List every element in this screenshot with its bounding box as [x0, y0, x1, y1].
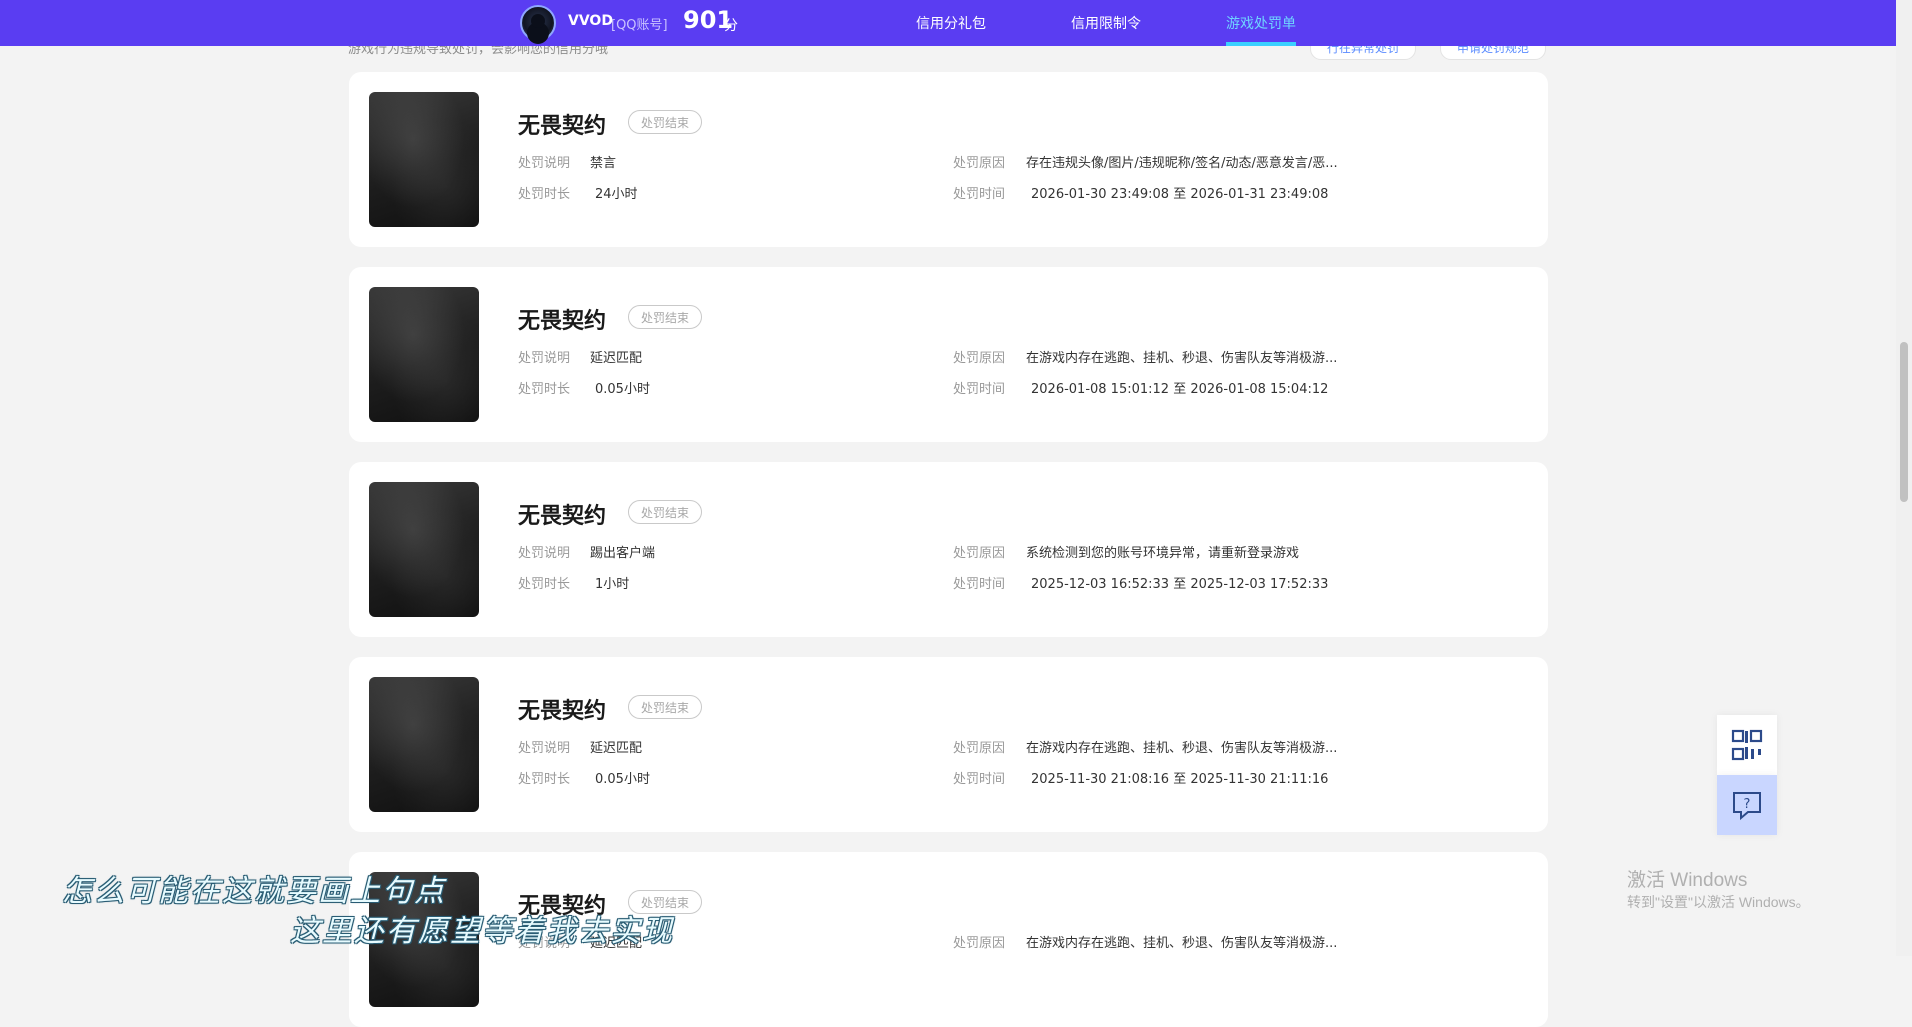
duration-value: 1小时	[595, 577, 630, 592]
reason-label: 处罚原因	[953, 546, 1006, 561]
desc-value: 禁言	[590, 156, 617, 171]
active-tab-indicator	[1226, 42, 1296, 46]
help-chat-icon: ?	[1733, 792, 1761, 821]
desc-label: 处罚说明	[518, 546, 571, 561]
reason-value: 在游戏内存在逃跑、挂机、秒退、伤害队友等消极游...	[1026, 741, 1338, 756]
desc-value: 延迟匹配	[590, 741, 643, 756]
game-thumbnail	[369, 92, 479, 227]
reason-value: 存在违规头像/图片/违规昵称/签名/动态/恶意发言/恶...	[1026, 156, 1338, 171]
avatar[interactable]	[520, 5, 556, 41]
time-value: 2026-01-30 23:49:08 至 2026-01-31 23:49:0…	[1031, 187, 1329, 202]
reason-label: 处罚原因	[953, 936, 1006, 951]
game-title: 无畏契约	[518, 114, 607, 139]
caption-line-2: 这里还有愿望等着我去实现	[290, 914, 674, 949]
time-value: 2025-12-03 16:52:33 至 2025-12-03 17:52:3…	[1031, 577, 1329, 592]
game-thumbnail	[369, 287, 479, 422]
desc-value: 延迟匹配	[590, 351, 643, 366]
reason-label: 处罚原因	[953, 741, 1006, 756]
penalty-card: 无畏契约 处罚结束 处罚说明 踢出客户端 处罚时长 1小时 处罚原因 系统检测到…	[349, 462, 1548, 637]
status-badge: 处罚结束	[628, 500, 703, 524]
duration-label: 处罚时长	[518, 187, 571, 202]
reason-value: 在游戏内存在逃跑、挂机、秒退、伤害队友等消极游...	[1026, 936, 1338, 951]
reason-value: 在游戏内存在逃跑、挂机、秒退、伤害队友等消极游...	[1026, 351, 1338, 366]
duration-label: 处罚时长	[518, 382, 571, 397]
username: VVOD	[568, 13, 613, 29]
game-title: 无畏契约	[518, 504, 607, 529]
game-title: 无畏契约	[518, 699, 607, 724]
windows-activation-subtitle: 转到"设置"以激活 Windows。	[1627, 894, 1810, 910]
nav-credit-gift[interactable]: 信用分礼包	[916, 13, 986, 33]
windows-activation-title: 激活 Windows	[1627, 870, 1748, 891]
reason-label: 处罚原因	[953, 156, 1006, 171]
caption-line-1: 怎么可能在这就要画上句点	[62, 874, 446, 909]
penalty-card: 无畏契约 处罚结束 处罚说明 延迟匹配 处罚时长 0.05小时 处罚原因 在游戏…	[349, 657, 1548, 832]
svg-text:?: ?	[1744, 797, 1751, 812]
status-badge: 处罚结束	[628, 110, 703, 134]
account-type: [QQ账号]	[611, 18, 668, 33]
duration-value: 0.05小时	[595, 772, 650, 787]
penalty-card: 无畏契约 处罚结束 处罚说明 延迟匹配 处罚时长 0.05小时 处罚原因 在游戏…	[349, 267, 1548, 442]
top-navbar: VVOD [QQ账号] 901 分 信用分礼包 信用限制令 游戏处罚单	[0, 0, 1896, 46]
desc-label: 处罚说明	[518, 156, 571, 171]
qr-code-icon	[1731, 729, 1763, 761]
game-thumbnail	[369, 482, 479, 617]
duration-label: 处罚时长	[518, 577, 571, 592]
duration-value: 24小时	[595, 187, 638, 202]
time-value: 2026-01-08 15:01:12 至 2026-01-08 15:04:1…	[1031, 382, 1329, 397]
time-label: 处罚时间	[953, 187, 1006, 202]
status-badge: 处罚结束	[628, 305, 703, 329]
status-badge: 处罚结束	[628, 695, 703, 719]
time-label: 处罚时间	[953, 577, 1006, 592]
reason-value: 系统检测到您的账号环境异常，请重新登录游戏	[1026, 546, 1300, 561]
duration-label: 处罚时长	[518, 772, 571, 787]
reason-label: 处罚原因	[953, 351, 1006, 366]
nav-credit-restriction[interactable]: 信用限制令	[1071, 13, 1141, 33]
penalty-card: 无畏契约 处罚结束 处罚说明 禁言 处罚时长 24小时 处罚原因 存在违规头像/…	[349, 72, 1548, 247]
nav-game-penalty[interactable]: 游戏处罚单	[1226, 13, 1296, 33]
time-label: 处罚时间	[953, 772, 1006, 787]
scrollbar[interactable]	[1896, 0, 1912, 956]
duration-value: 0.05小时	[595, 382, 650, 397]
qr-code-button[interactable]	[1717, 715, 1777, 775]
game-title: 无畏契约	[518, 309, 607, 334]
score-unit: 分	[724, 18, 738, 34]
help-button[interactable]: ?	[1717, 775, 1777, 835]
time-label: 处罚时间	[953, 382, 1006, 397]
desc-label: 处罚说明	[518, 741, 571, 756]
time-value: 2025-11-30 21:08:16 至 2025-11-30 21:11:1…	[1031, 772, 1329, 787]
scrollbar-thumb[interactable]	[1900, 342, 1908, 502]
desc-value: 踢出客户端	[590, 546, 656, 561]
game-thumbnail	[369, 677, 479, 812]
desc-label: 处罚说明	[518, 351, 571, 366]
